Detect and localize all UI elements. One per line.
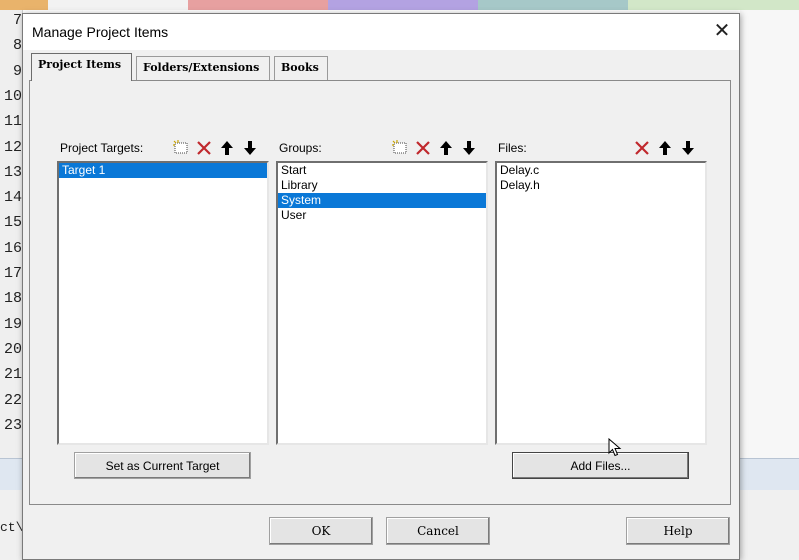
delete-x-icon — [635, 141, 649, 155]
bg-tab — [48, 0, 188, 10]
ok-button[interactable]: OK — [269, 517, 373, 545]
groups-header: Groups: — [276, 137, 487, 159]
bg-tab — [0, 0, 48, 10]
line-number: 11 — [3, 113, 22, 131]
editor-background — [740, 10, 799, 460]
targets-list[interactable]: Target 1 — [57, 161, 269, 445]
move-up-icon — [659, 141, 671, 155]
list-item[interactable]: Target 1 — [59, 163, 267, 178]
cancel-button[interactable]: Cancel — [386, 517, 490, 545]
delete-file-button[interactable] — [631, 137, 653, 159]
move-up-icon — [221, 141, 233, 155]
bg-tab — [188, 0, 328, 10]
list-item[interactable]: Delay.h — [497, 178, 705, 193]
tab-project-items[interactable]: Project Items — [31, 53, 132, 81]
set-as-current-target-button[interactable]: Set as Current Target — [74, 452, 251, 479]
line-number: 18 — [3, 290, 22, 308]
line-number: 19 — [3, 315, 22, 333]
delete-x-icon — [197, 141, 211, 155]
dialog-title: Manage Project Items — [32, 24, 169, 40]
line-number: 7 — [12, 12, 22, 29]
line-number: 12 — [3, 138, 22, 156]
line-number: 23 — [3, 416, 22, 434]
close-icon[interactable]: ✕ — [711, 20, 733, 42]
move-group-up-button[interactable] — [435, 137, 457, 159]
files-label: Files: — [498, 141, 527, 155]
groups-label: Groups: — [279, 141, 322, 155]
move-down-icon — [244, 141, 256, 155]
files-header: Files: — [495, 137, 707, 159]
move-down-icon — [463, 141, 475, 155]
move-file-up-button[interactable] — [654, 137, 676, 159]
delete-x-icon — [416, 141, 430, 155]
list-item[interactable]: System — [278, 193, 486, 208]
bg-tab — [478, 0, 628, 10]
line-number: 8 — [12, 37, 22, 55]
bg-tab — [328, 0, 478, 10]
list-item[interactable]: Delay.c — [497, 163, 705, 178]
delete-target-button[interactable] — [193, 137, 215, 159]
move-file-down-button[interactable] — [677, 137, 699, 159]
targets-label: Project Targets: — [60, 141, 144, 155]
dialog-titlebar: Manage Project Items ✕ — [23, 14, 739, 50]
tab-books[interactable]: Books — [274, 56, 328, 80]
line-number: 22 — [3, 391, 22, 409]
line-number: 16 — [3, 239, 22, 257]
line-number: 15 — [3, 214, 22, 232]
delete-group-button[interactable] — [412, 137, 434, 159]
tab-folders-extensions[interactable]: Folders/Extensions — [136, 56, 270, 80]
targets-header: Project Targets: — [57, 137, 268, 159]
help-button[interactable]: Help — [626, 517, 730, 545]
bg-tab — [628, 0, 799, 10]
new-group-button[interactable] — [389, 137, 411, 159]
line-number: 20 — [3, 340, 22, 358]
move-target-up-button[interactable] — [216, 137, 238, 159]
new-target-button[interactable] — [170, 137, 192, 159]
line-number: 13 — [3, 163, 22, 181]
line-number: 14 — [3, 189, 22, 207]
new-item-icon — [173, 140, 188, 154]
background-tab-strip — [0, 0, 799, 10]
groups-list[interactable]: Start Library System User — [276, 161, 488, 445]
list-item[interactable]: Library — [278, 178, 486, 193]
line-number: 10 — [3, 87, 22, 105]
list-item[interactable]: Start — [278, 163, 486, 178]
move-target-down-button[interactable] — [239, 137, 261, 159]
mouse-cursor-icon — [608, 438, 622, 457]
move-up-icon — [440, 141, 452, 155]
list-item[interactable]: User — [278, 208, 486, 223]
line-number: 21 — [3, 366, 22, 384]
dialog-client-area: Project Items Folders/Extensions Books P… — [23, 50, 739, 559]
manage-project-items-dialog: Manage Project Items ✕ Project Items Fol… — [22, 13, 740, 560]
line-number-gutter: 7 8 9 10 11 12 13 14 15 16 17 18 19 20 21 22 23 — [0, 10, 23, 460]
line-number: 17 — [3, 265, 22, 282]
move-group-down-button[interactable] — [458, 137, 480, 159]
project-items-tab-pane: Project Targets: Target 1 Groups: Start … — [29, 80, 731, 505]
files-list[interactable]: Delay.c Delay.h — [495, 161, 707, 445]
line-number: 9 — [12, 62, 22, 80]
background-output-text: ct\ — [0, 520, 24, 535]
move-down-icon — [682, 141, 694, 155]
new-item-icon — [392, 140, 407, 154]
add-files-button[interactable]: Add Files... — [512, 452, 689, 479]
